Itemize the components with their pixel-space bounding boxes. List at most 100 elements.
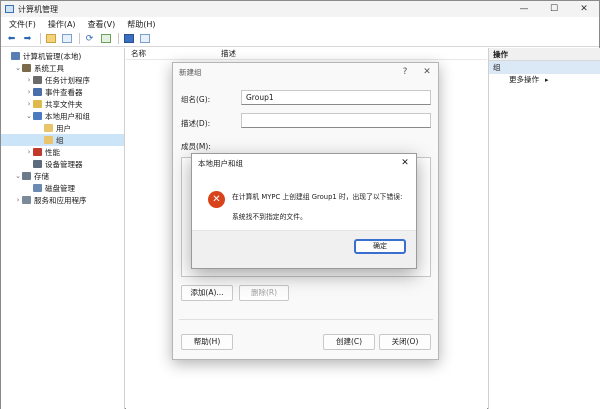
navigation-tree: 计算机管理(本地) ⌄ 系统工具 › 任务计划程序 › 事件查看器 › 共享文件夹 ⌄ 本地用户和组… [1,48,125,409]
computer-management-icon [5,5,14,13]
export-list-icon[interactable] [99,33,112,45]
properties-icon[interactable] [138,33,151,45]
tree-item-label: 共享文件夹 [45,99,83,109]
tree-item[interactable]: 组 [1,134,124,146]
new-group-close-button[interactable]: ✕ [416,67,438,77]
tree-node-icon [11,52,20,60]
tree-node-icon [22,196,31,204]
error-footer: 确定 [192,230,416,268]
new-group-title-bar: 新建组 ? ✕ [173,63,438,81]
error-close-button[interactable]: ✕ [394,158,416,168]
menu-file[interactable]: 文件(F) [3,19,42,30]
tree-item-label: 事件查看器 [45,87,83,97]
minimize-button[interactable]: — [509,1,539,17]
help-icon[interactable] [122,33,135,45]
help-question-button[interactable]: ? [394,67,416,77]
tree-item-label: 性能 [45,147,60,157]
actions-group-section[interactable]: 组 [489,61,600,74]
error-icon: ✕ [208,191,225,208]
description-input[interactable] [241,113,431,128]
chevron-down-icon[interactable]: ⌄ [14,172,22,180]
group-name-label: 组名(G): [181,95,211,104]
chevron-right-icon[interactable]: › [25,148,33,156]
toolbar: ⬅ ➡ ⟳ [1,31,599,47]
close-button[interactable]: ✕ [569,1,599,17]
members-label: 成员(M): [181,142,211,151]
error-title: 本地用户和组 [198,158,243,168]
chevron-right-icon[interactable]: › [25,88,33,96]
chevron-down-icon[interactable]: ⌄ [25,112,33,120]
help-button[interactable]: 帮助(H) [181,334,233,350]
actions-pane: 操作 组 更多操作 ▸ [488,48,600,409]
tree-item[interactable]: › 共享文件夹 [1,98,124,110]
create-button[interactable]: 创建(C) [323,334,375,350]
tree-item[interactable]: 用户 [1,122,124,134]
tree-item[interactable]: 设备管理器 [1,158,124,170]
tree-node-icon [33,112,42,120]
error-dialog: 本地用户和组 ✕ ✕ 在计算机 MYPC 上创建组 Group1 时，出现了以下… [191,153,417,269]
window-title: 计算机管理 [18,4,58,14]
tree-node-icon [33,88,42,96]
tree-item-label: 服务和应用程序 [34,195,87,205]
tree-item-label: 存储 [34,171,49,181]
error-title-bar: 本地用户和组 ✕ [192,154,416,172]
tree-item-label: 设备管理器 [45,159,83,169]
close-dialog-button[interactable]: 关闭(O) [379,334,431,350]
column-description[interactable]: 描述 [216,48,236,59]
ok-button[interactable]: 确定 [354,239,406,254]
group-name-input[interactable]: Group1 [241,90,431,105]
menu-view[interactable]: 查看(V) [82,19,122,30]
maximize-button[interactable]: ☐ [539,1,569,17]
tree-item[interactable]: › 服务和应用程序 [1,194,124,206]
tree-node-icon [33,184,42,192]
add-member-button[interactable]: 添加(A)... [181,285,233,301]
tree-node-icon [33,148,42,156]
tree-item[interactable]: › 性能 [1,146,124,158]
tree-item[interactable]: › 事件查看器 [1,86,124,98]
title-bar: 计算机管理 — ☐ ✕ [1,1,599,17]
tree-node-icon [33,76,42,84]
tree-item-label: 本地用户和组 [45,111,90,121]
chevron-right-icon[interactable]: › [25,100,33,108]
error-detail: 系统找不到指定的文件。 [232,213,307,221]
chevron-down-icon[interactable]: ⌄ [14,64,22,72]
tree-item-label: 计算机管理(本地) [23,51,82,61]
menu-action[interactable]: 操作(A) [42,19,82,30]
chevron-right-icon[interactable]: › [14,196,22,204]
refresh-icon[interactable]: ⟳ [83,33,96,45]
tree-item[interactable]: 计算机管理(本地) [1,50,124,62]
tree-item-label: 用户 [56,123,71,133]
up-folder-icon[interactable] [44,33,57,45]
tree-node-icon [44,124,53,132]
actions-header: 操作 [489,48,600,61]
tree-item-label: 组 [56,135,64,145]
tree-node-icon [33,100,42,108]
more-actions-item[interactable]: 更多操作 ▸ [489,74,600,86]
show-hide-tree-icon[interactable] [60,33,73,45]
tree-node-icon [44,136,53,144]
tree-node-icon [22,64,31,72]
column-name[interactable]: 名称 [126,48,216,59]
tree-item-label: 磁盘管理 [45,183,75,193]
remove-member-button[interactable]: 删除(R) [239,285,289,301]
chevron-right-icon[interactable]: › [25,76,33,84]
divider [179,319,433,320]
tree-item[interactable]: ⌄ 本地用户和组 [1,110,124,122]
tree-node-icon [22,172,31,180]
tree-item[interactable]: ⌄ 存储 [1,170,124,182]
tree-item-label: 系统工具 [34,63,64,73]
back-arrow-icon[interactable]: ⬅ [5,33,18,45]
chevron-right-icon: ▸ [545,76,549,84]
menu-bar: 文件(F) 操作(A) 查看(V) 帮助(H) [1,17,599,31]
tree-item-label: 任务计划程序 [45,75,90,85]
description-label: 描述(D): [181,119,211,128]
tree-item[interactable]: › 任务计划程序 [1,74,124,86]
more-actions-label: 更多操作 [509,75,539,84]
new-group-title: 新建组 [179,67,202,77]
tree-node-icon [33,160,42,168]
tree-item[interactable]: ⌄ 系统工具 [1,62,124,74]
menu-help[interactable]: 帮助(H) [121,19,161,30]
error-message: 在计算机 MYPC 上创建组 Group1 时，出现了以下错误: [232,193,403,201]
forward-arrow-icon[interactable]: ➡ [21,33,34,45]
tree-item[interactable]: 磁盘管理 [1,182,124,194]
